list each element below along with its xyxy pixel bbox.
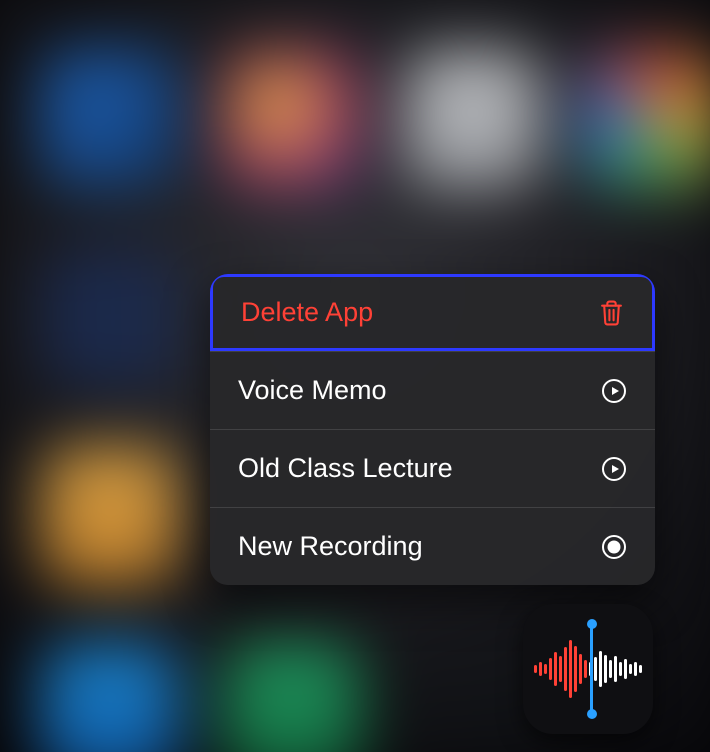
menu-item-label: Old Class Lecture xyxy=(238,453,599,484)
record-icon xyxy=(599,534,629,560)
play-icon xyxy=(599,456,629,482)
menu-item-label: Delete App xyxy=(241,297,596,328)
menu-item-old-class-lecture[interactable]: Old Class Lecture xyxy=(210,429,655,507)
menu-item-label: Voice Memo xyxy=(238,375,599,406)
menu-item-label: New Recording xyxy=(238,531,599,562)
trash-icon xyxy=(596,299,626,327)
menu-item-voice-memo[interactable]: Voice Memo xyxy=(210,351,655,429)
menu-item-new-recording[interactable]: New Recording xyxy=(210,507,655,585)
play-icon xyxy=(599,378,629,404)
context-menu: Delete App Voice Memo Old Class Lecture … xyxy=(210,274,655,585)
voice-memos-app-icon[interactable] xyxy=(523,604,653,734)
menu-item-delete-app[interactable]: Delete App xyxy=(210,274,655,351)
waveform-icon xyxy=(534,630,642,708)
